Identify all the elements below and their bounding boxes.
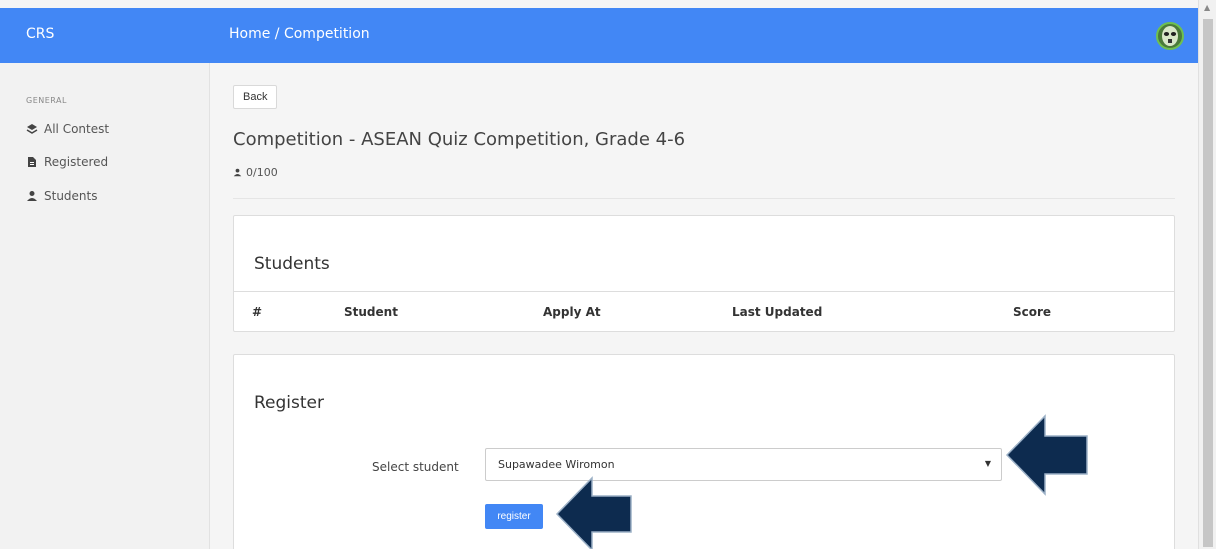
students-table-header: # Student Apply At Last Updated Score <box>234 291 1174 332</box>
sidebar-item-registered[interactable]: Registered <box>26 153 108 171</box>
column-header-score[interactable]: Score <box>1013 305 1051 319</box>
arrow-left-icon <box>1005 414 1088 496</box>
sidebar: GENERAL All Contest Registered Students <box>0 63 210 549</box>
page-title: Competition - ASEAN Quiz Competition, Gr… <box>233 129 686 150</box>
top-bar: CRS Home / Competition <box>0 8 1198 63</box>
select-student-label: Select student <box>372 460 459 474</box>
user-icon <box>233 168 242 177</box>
count-value: 0/100 <box>246 166 278 179</box>
caret-down-icon: ▼ <box>984 459 991 468</box>
scroll-up-icon[interactable]: ▲ <box>1204 3 1210 12</box>
alien-avatar-icon <box>1162 26 1178 46</box>
students-heading: Students <box>254 254 330 274</box>
students-panel: Students # Student Apply At Last Updated… <box>233 215 1175 332</box>
sidebar-section-general: GENERAL <box>26 96 67 105</box>
brand-logo[interactable]: CRS <box>26 26 54 42</box>
back-button[interactable]: Back <box>233 85 278 109</box>
file-icon <box>26 156 44 168</box>
capacity-count: 0/100 <box>233 166 278 179</box>
arrow-left-icon <box>555 476 632 549</box>
column-header-apply-at[interactable]: Apply At <box>543 305 601 319</box>
layers-icon <box>26 123 44 135</box>
sidebar-item-all-contest[interactable]: All Contest <box>26 120 109 138</box>
vertical-scrollbar[interactable]: ▲ <box>1198 0 1216 549</box>
sidebar-item-label: All Contest <box>44 122 110 136</box>
student-select-value: Supawadee Wiromon <box>498 458 615 471</box>
register-button[interactable]: register <box>485 504 543 529</box>
user-icon <box>26 190 44 202</box>
register-heading: Register <box>254 393 324 413</box>
column-header-last-updated[interactable]: Last Updated <box>732 305 822 319</box>
divider <box>233 198 1175 199</box>
sidebar-item-students[interactable]: Students <box>26 187 98 205</box>
scrollbar-thumb[interactable] <box>1203 19 1213 547</box>
breadcrumb: Home / Competition <box>229 26 370 42</box>
column-header-index[interactable]: # <box>252 305 262 319</box>
avatar[interactable] <box>1156 22 1184 50</box>
sidebar-item-label: Registered <box>44 155 109 169</box>
column-header-student[interactable]: Student <box>344 305 398 319</box>
sidebar-item-label: Students <box>44 189 98 203</box>
